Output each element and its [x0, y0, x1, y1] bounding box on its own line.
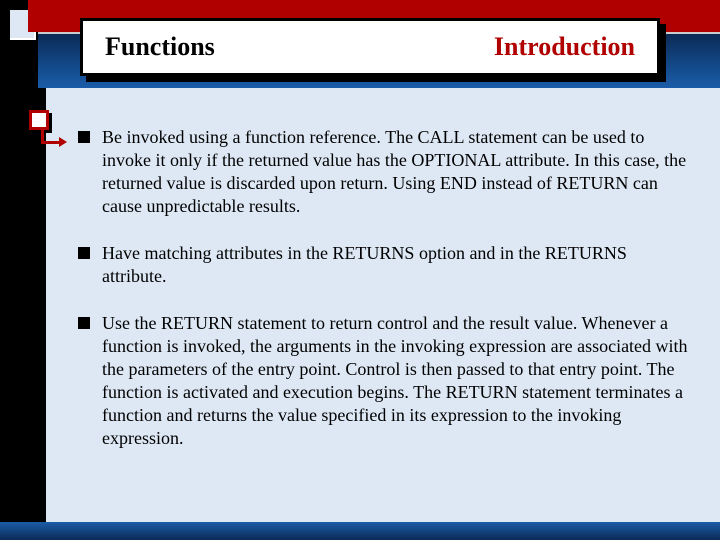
bullet-text: Be invoked using a function reference. T… [102, 126, 692, 218]
slide-title-left: Functions [105, 32, 215, 62]
decor-square [29, 110, 49, 130]
bullet-text: Have matching attributes in the RETURNS … [102, 242, 692, 288]
content-area: Be invoked using a function reference. T… [78, 126, 692, 474]
bullet-icon [78, 131, 90, 143]
slide: Functions Introduction Be invoked using … [0, 0, 720, 540]
title-box: Functions Introduction [80, 18, 660, 76]
decor-connector-arrow [41, 130, 61, 144]
bullet-item: Be invoked using a function reference. T… [78, 126, 692, 218]
bullet-text: Use the RETURN statement to return contr… [102, 312, 692, 450]
bullet-icon [78, 247, 90, 259]
footer-strip [0, 522, 720, 540]
slide-title-right: Introduction [494, 32, 635, 62]
bullet-icon [78, 317, 90, 329]
header-band: Functions Introduction [0, 0, 720, 100]
bullet-item: Use the RETURN statement to return contr… [78, 312, 692, 450]
bullet-item: Have matching attributes in the RETURNS … [78, 242, 692, 288]
